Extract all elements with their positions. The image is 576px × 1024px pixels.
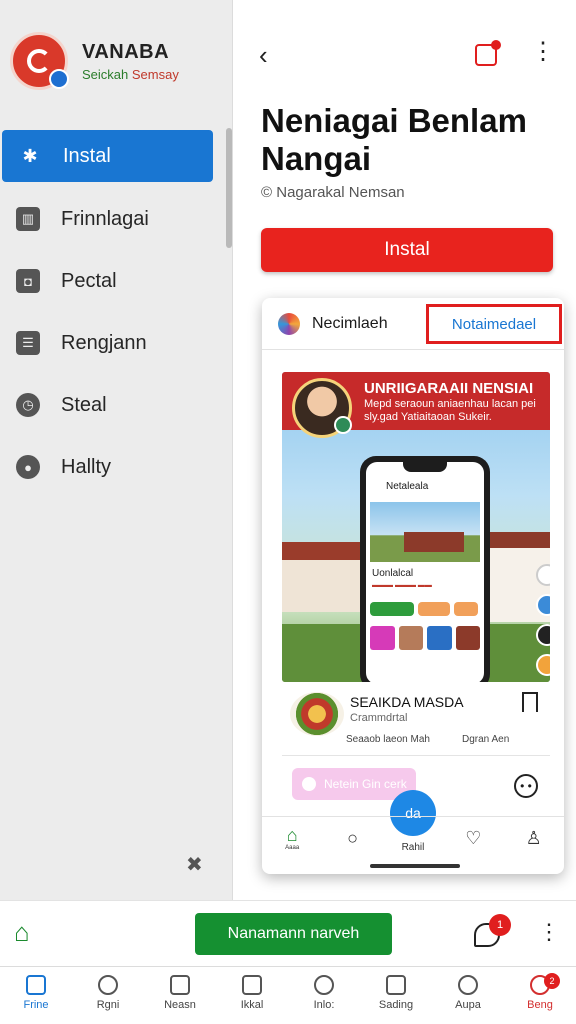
nav-item-inlo[interactable]: Inlo: — [288, 967, 360, 1024]
preview-header: Necimlaeh Notaimedael — [262, 298, 564, 350]
home-icon — [26, 975, 46, 995]
preview-nav-home[interactable]: ⌂ Aaaa — [272, 825, 312, 851]
food-image — [290, 692, 344, 736]
clock-icon: ◷ — [16, 393, 40, 417]
brand-name: VANABA — [82, 40, 170, 63]
bookmark-icon[interactable] — [522, 692, 538, 712]
chat-badge: 1 — [489, 914, 511, 936]
nav-item-aupa[interactable]: Aupa — [432, 967, 504, 1024]
developer-name[interactable]: © Nagarakal Nemsan — [261, 184, 405, 201]
primary-action-button[interactable]: Nanamann narveh — [195, 913, 392, 955]
drawer-item-pectal[interactable]: ◘ Pectal — [0, 250, 226, 312]
gear-icon: ✱ — [22, 145, 38, 166]
page-title: Neniagai Benlam Nangai — [261, 102, 527, 177]
circle-icon — [302, 777, 316, 791]
user-icon: ♙ — [525, 827, 542, 848]
preview-nav-add[interactable]: Rahil — [393, 822, 433, 853]
nav-item-sading[interactable]: Sading — [360, 967, 432, 1024]
drawer-item-rengjann[interactable]: ☰ Rengjann — [0, 312, 226, 374]
drawer-item-label: Steal — [61, 393, 107, 416]
nav-item-beng[interactable]: Beng 2 — [504, 967, 576, 1024]
phone-title: Netaleala — [386, 480, 429, 492]
camera-icon: ◘ — [16, 269, 40, 293]
home-icon[interactable]: ⌂ — [14, 919, 30, 945]
list-icon: ☰ — [16, 331, 40, 355]
book-icon — [242, 975, 262, 995]
nav-item-ikkal[interactable]: Ikkal — [216, 967, 288, 1024]
navigation-drawer: VANABA Seickah Semsay ✱ Instal ▥ Frinnla… — [0, 0, 233, 900]
phone-chip — [370, 602, 414, 616]
brand-logo — [10, 32, 69, 90]
screenshot-banner[interactable]: UNRIIGARAAII NENSIAI Mepd seraoun aniaen… — [282, 372, 550, 682]
phone-chip — [418, 602, 450, 616]
more-options-icon[interactable]: ⋮ — [531, 40, 555, 64]
back-arrow-icon[interactable]: ‹ — [259, 40, 268, 71]
action-bar: ⌂ Nanamann narveh ⋮ — [0, 900, 576, 966]
copyright-icon: © — [261, 184, 277, 201]
plus-icon — [410, 822, 415, 842]
drop-icon: ● — [16, 455, 40, 479]
close-icon[interactable]: ✖ — [186, 852, 203, 877]
drawer-item-frinnlagai[interactable]: ▥ Frinnlagai — [0, 188, 226, 250]
drawer-item-label: Hallty — [61, 455, 112, 478]
bottom-navigation: Frine Rgni Neasn Ikkal Inlo: Sading Aupa… — [0, 966, 576, 1024]
drawer-scrollbar[interactable] — [226, 128, 232, 248]
home-indicator — [370, 864, 460, 868]
phone-thumbnail-row — [370, 626, 480, 650]
drawer-item-label: Instal — [63, 144, 111, 167]
banner-title: UNRIIGARAAII NENSIAI — [364, 380, 534, 397]
notification-badge: 2 — [544, 973, 560, 989]
house-illustration — [282, 542, 362, 612]
drawer-item-label: Rengjann — [61, 331, 147, 354]
verified-icon — [334, 416, 352, 434]
preview-nav-favorites[interactable]: ♡ — [453, 828, 493, 848]
preview-bottom-nav: ⌂ Aaaa ○ Rahil ♡ ♙ — [262, 816, 564, 858]
brand-header: VANABA Seickah Semsay — [10, 32, 179, 90]
drawer-item-steal[interactable]: ◷ Steal — [0, 374, 226, 436]
drawer-item-hallty[interactable]: ● Hallty — [0, 436, 226, 498]
preview-nav-profile[interactable]: ♙ — [514, 828, 554, 848]
nav-item-rgni[interactable]: Rgni — [72, 967, 144, 1024]
install-button[interactable]: Instal — [261, 228, 553, 272]
heart-icon: ♡ — [465, 827, 482, 848]
item-title: SEAIKDA MASDA — [350, 694, 464, 710]
app-preview-card: Necimlaeh Notaimedael UNRIIGARAAII NENSI… — [262, 298, 564, 874]
banner-description: Mepd seraoun aniaenhau lacan pei sly.gad… — [364, 398, 536, 423]
brand-subtitle: Seickah Semsay — [82, 66, 179, 82]
grid-icon: ▥ — [16, 207, 40, 231]
phone-chip — [454, 602, 478, 616]
preview-nav-search[interactable]: ○ — [333, 828, 373, 848]
more-options-icon[interactable]: ⋮ — [538, 921, 560, 943]
card-icon — [386, 975, 406, 995]
search-icon: ○ — [347, 827, 359, 848]
floating-icons — [536, 564, 550, 682]
list-item[interactable]: SEAIKDA MASDA Crammdrtal Seaaob laeon Ma… — [282, 686, 550, 756]
notification-dot — [491, 40, 501, 50]
tab-notaimedael[interactable]: Notaimedael — [426, 304, 562, 344]
search-icon — [98, 975, 118, 995]
drawer-item-instal[interactable]: ✱ Instal — [2, 130, 213, 182]
drawer-item-label: Pectal — [61, 269, 117, 292]
user-icon — [458, 975, 478, 995]
drawer-item-label: Frinnlagai — [61, 207, 149, 230]
drawer-menu: ✱ Instal ▥ Frinnlagai ◘ Pectal ☰ Rengjan… — [0, 130, 226, 498]
app-logo-icon — [278, 312, 300, 335]
smiley-icon[interactable]: • • — [514, 774, 538, 798]
phone-header: Netaleala — [366, 476, 484, 496]
item-meta: Seaaob laeon Mah — [346, 734, 430, 745]
chat-icon — [170, 975, 190, 995]
nav-item-neasn[interactable]: Neasn — [144, 967, 216, 1024]
phone-card-title: Uonlalcal — [372, 568, 414, 579]
item-subtitle: Crammdrtal — [350, 712, 408, 724]
item-meta: Dgran Aen — [462, 734, 510, 745]
nav-item-frine[interactable]: Frine — [0, 967, 72, 1024]
phone-mockup: Netaleala Uonlalcal ▬▬▬ ▬▬▬ ▬▬ — [360, 456, 490, 682]
home-icon: ⌂ — [286, 824, 298, 845]
heart-icon — [314, 975, 334, 995]
preview-app-name: Necimlaeh — [312, 314, 388, 332]
